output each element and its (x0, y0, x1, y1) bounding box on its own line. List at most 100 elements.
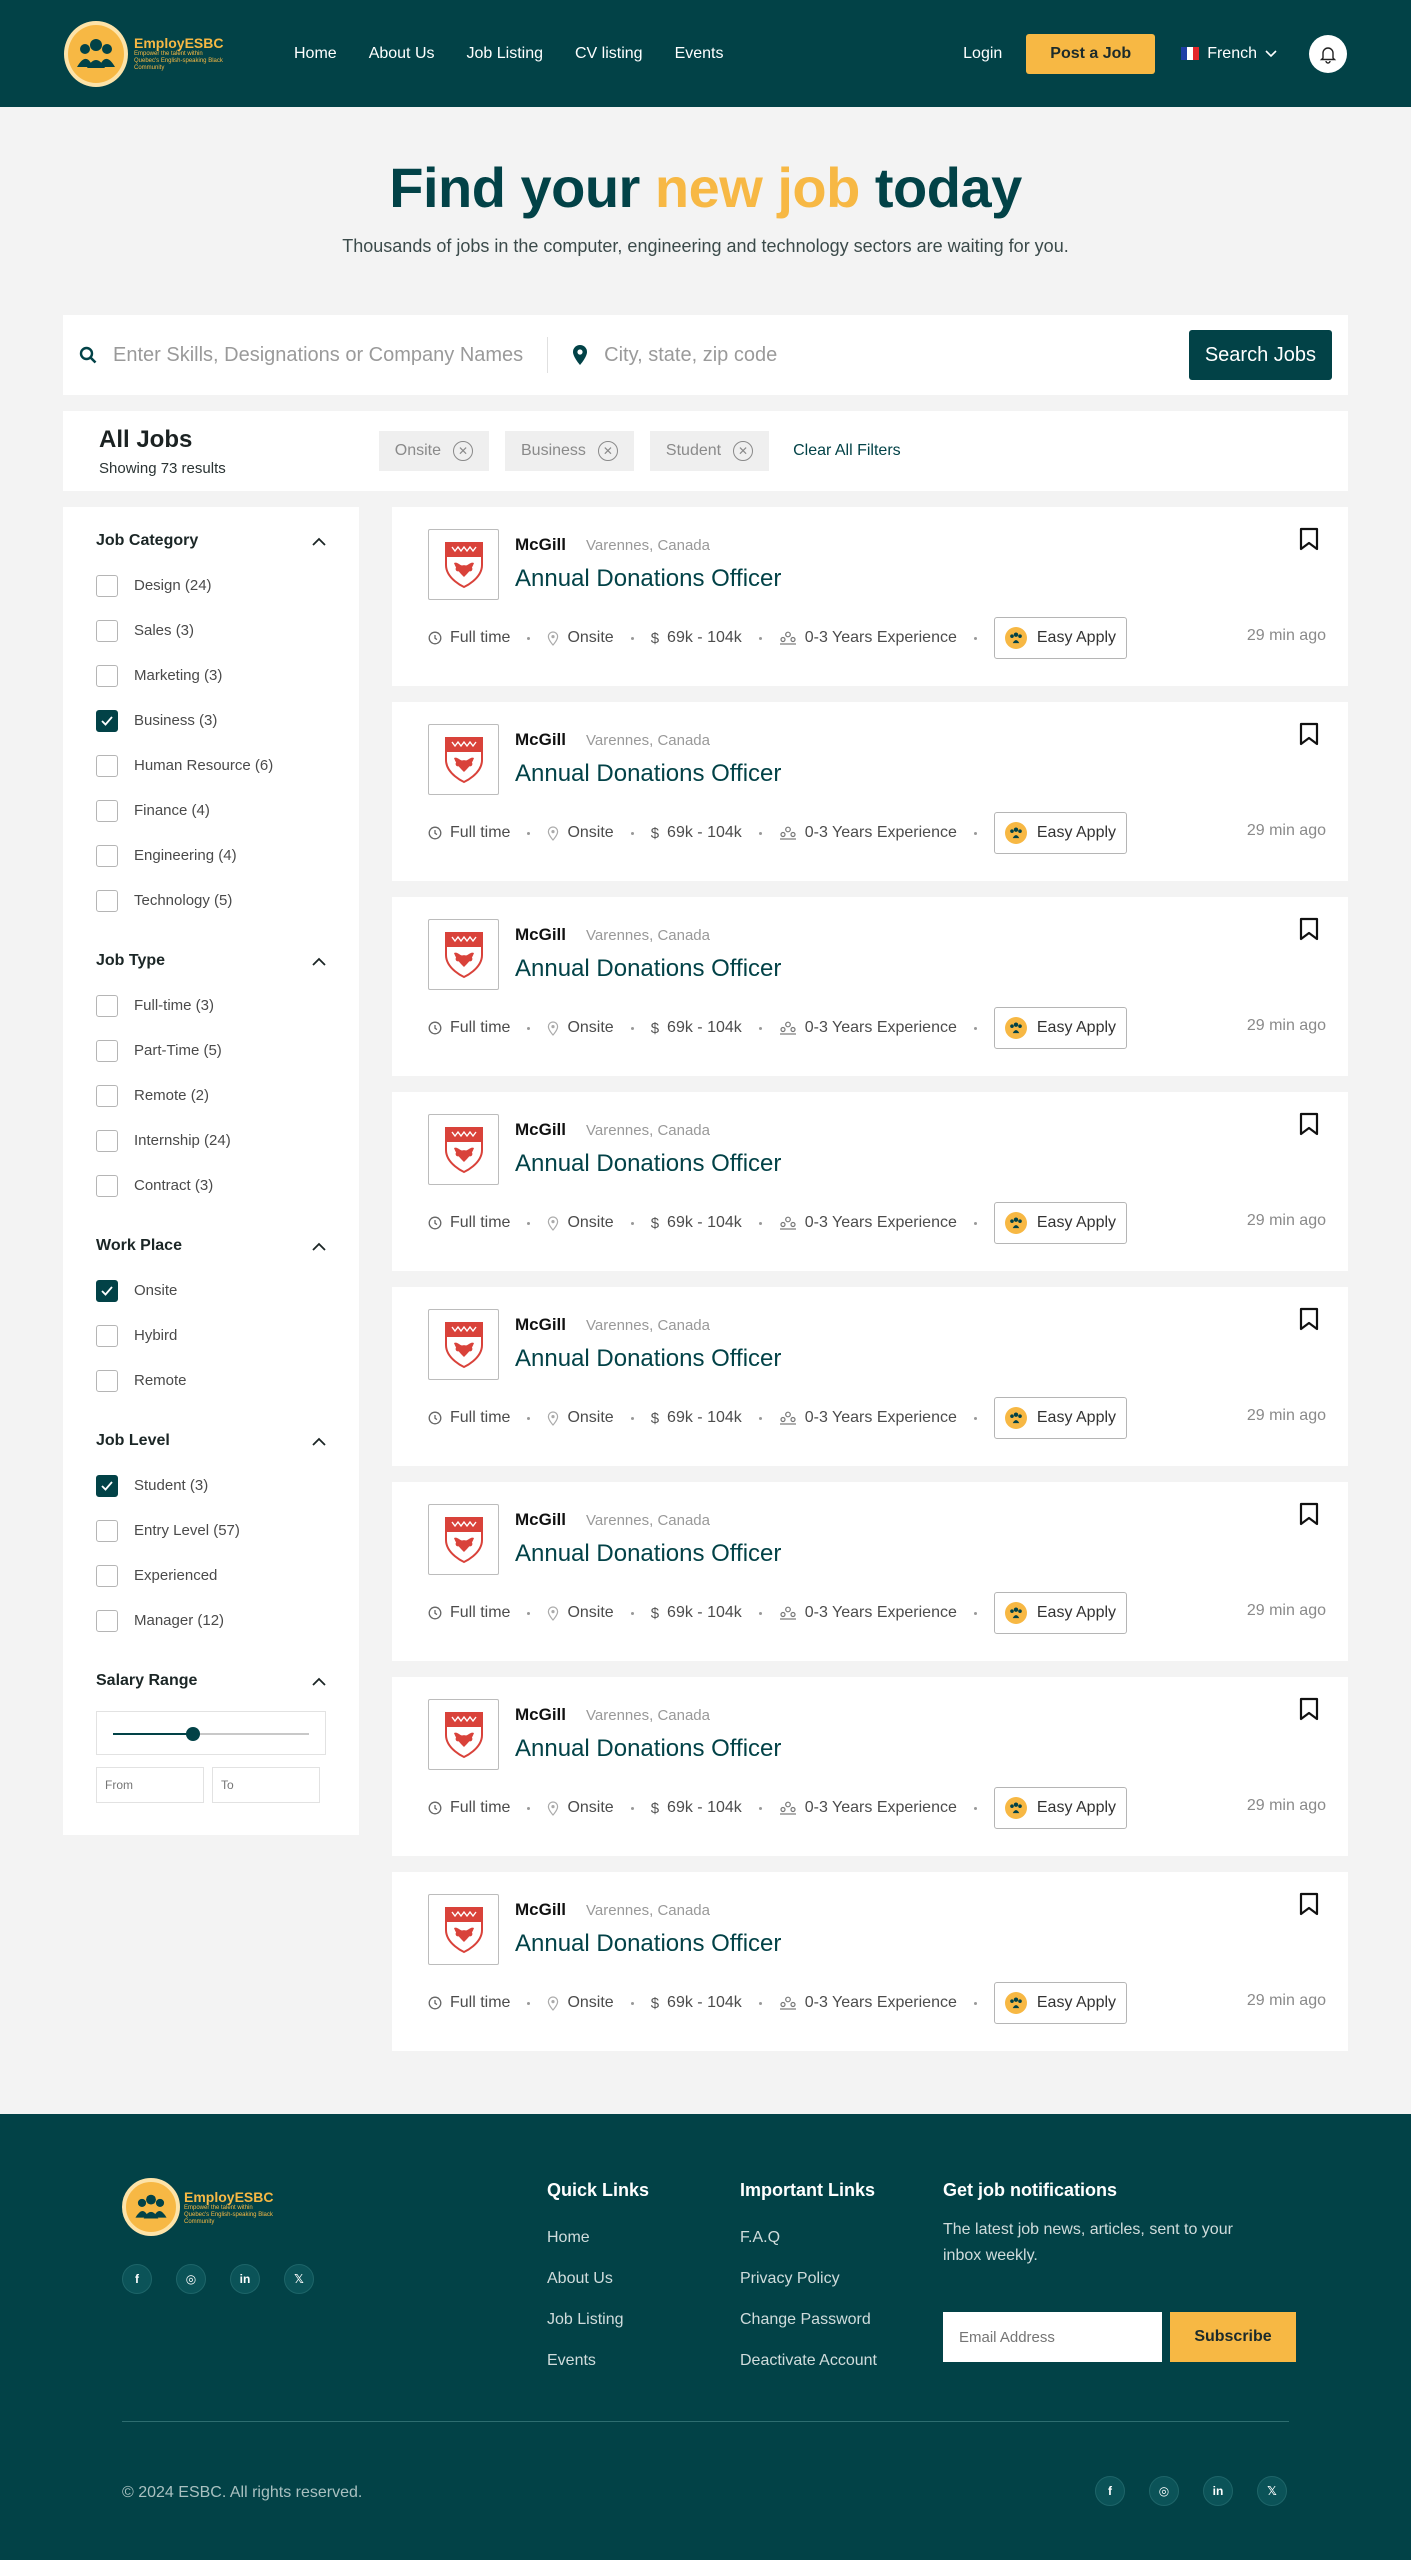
filter-option[interactable]: Sales (3) (96, 608, 326, 653)
language-selector[interactable]: French (1181, 45, 1277, 63)
filter-checkbox[interactable] (96, 1474, 118, 1497)
company-name[interactable]: McGill (515, 535, 566, 555)
filter-checkbox[interactable] (96, 1279, 118, 1302)
filter-checkbox[interactable] (96, 1564, 118, 1587)
company-name[interactable]: McGill (515, 1900, 566, 1920)
footer-link[interactable]: Events (547, 2340, 649, 2381)
email-field[interactable] (943, 2312, 1162, 2362)
bookmark-icon[interactable] (1298, 1502, 1320, 1526)
filter-option[interactable]: Design (24) (96, 563, 326, 608)
bookmark-icon[interactable] (1298, 527, 1320, 551)
filter-checkbox[interactable] (96, 709, 118, 732)
easy-apply-button[interactable]: Easy Apply (993, 617, 1128, 659)
slider-handle[interactable] (186, 1727, 201, 1741)
job-title[interactable]: Annual Donations Officer (515, 1345, 781, 1373)
filter-option[interactable]: Contract (3) (96, 1163, 326, 1208)
filter-option[interactable]: Part-Time (5) (96, 1028, 326, 1073)
filter-option[interactable]: Technology (5) (96, 878, 326, 923)
job-card[interactable]: McGill Varennes, Canada Annual Donations O… (392, 897, 1348, 1076)
filter-checkbox[interactable] (96, 889, 118, 912)
subscribe-button[interactable]: Subscribe (1170, 2312, 1296, 2362)
notification-bell-icon[interactable] (1309, 34, 1347, 73)
filter-checkbox[interactable] (96, 664, 118, 687)
filter-option[interactable]: Marketing (3) (96, 653, 326, 698)
bookmark-icon[interactable] (1298, 917, 1320, 941)
easy-apply-button[interactable]: Easy Apply (993, 1592, 1128, 1634)
bookmark-icon[interactable] (1298, 1112, 1320, 1136)
filter-checkbox[interactable] (96, 1324, 118, 1347)
remove-chip-icon[interactable]: ✕ (597, 441, 618, 461)
job-title[interactable]: Annual Donations Officer (515, 1735, 781, 1763)
footer-link[interactable]: Change Password (740, 2299, 877, 2340)
job-card[interactable]: McGill Varennes, Canada Annual Donations O… (392, 1092, 1348, 1271)
filter-checkbox[interactable] (96, 574, 118, 597)
filter-option[interactable]: Hybird (96, 1313, 326, 1358)
nav-link[interactable]: CV listing (575, 45, 643, 63)
location-search-input[interactable]: City, state, zip code (604, 344, 777, 367)
filter-heading[interactable]: Job Type (96, 951, 326, 971)
job-card[interactable]: McGill Varennes, Canada Annual Donations O… (392, 507, 1348, 686)
company-name[interactable]: McGill (515, 925, 566, 945)
company-name[interactable]: McGill (515, 1510, 566, 1530)
filter-option[interactable]: Remote (96, 1358, 326, 1403)
nav-link[interactable]: Events (675, 45, 724, 63)
job-card[interactable]: McGill Varennes, Canada Annual Donations O… (392, 1482, 1348, 1661)
footer-link[interactable]: Deactivate Account (740, 2340, 877, 2381)
job-title[interactable]: Annual Donations Officer (515, 1150, 781, 1178)
job-title[interactable]: Annual Donations Officer (515, 565, 781, 593)
footer-link[interactable]: Job Listing (547, 2299, 649, 2340)
filter-option[interactable]: Experienced (96, 1553, 326, 1598)
job-card[interactable]: McGill Varennes, Canada Annual Donations O… (392, 1677, 1348, 1856)
job-card[interactable]: McGill Varennes, Canada Annual Donations O… (392, 1872, 1348, 2051)
nav-link[interactable]: Job Listing (467, 45, 544, 63)
login-link[interactable]: Login (963, 45, 1002, 63)
filter-checkbox[interactable] (96, 1174, 118, 1197)
filter-option[interactable]: Full-time (3) (96, 983, 326, 1028)
remove-chip-icon[interactable]: ✕ (733, 441, 754, 461)
job-title[interactable]: Annual Donations Officer (515, 760, 781, 788)
footer-link[interactable]: Home (547, 2217, 649, 2258)
job-card[interactable]: McGill Varennes, Canada Annual Donations O… (392, 702, 1348, 881)
search-jobs-button[interactable]: Search Jobs (1188, 330, 1332, 380)
filter-checkbox[interactable] (96, 754, 118, 777)
company-name[interactable]: McGill (515, 1120, 566, 1140)
company-name[interactable]: McGill (515, 1315, 566, 1335)
filter-checkbox[interactable] (96, 619, 118, 642)
x-icon[interactable]: 𝕏 (1257, 2476, 1287, 2506)
easy-apply-button[interactable]: Easy Apply (993, 1202, 1128, 1244)
filter-option[interactable]: Remote (2) (96, 1073, 326, 1118)
footer-link[interactable]: About Us (547, 2258, 649, 2299)
location-search-field[interactable]: City, state, zip code (572, 344, 777, 367)
bookmark-icon[interactable] (1298, 1892, 1320, 1916)
brand-logo[interactable]: EmployESBC Empower the talent within Que… (64, 20, 224, 87)
keyword-search-field[interactable]: Enter Skills, Designations or Company Na… (79, 344, 523, 367)
filter-option[interactable]: Human Resource (6) (96, 743, 326, 788)
facebook-icon[interactable]: f (122, 2264, 152, 2294)
clear-filters-link[interactable]: Clear All Filters (793, 442, 901, 460)
filter-checkbox[interactable] (96, 799, 118, 822)
linkedin-icon[interactable]: in (1203, 2476, 1233, 2506)
salary-to-input[interactable] (212, 1767, 320, 1803)
filter-heading[interactable]: Work Place (96, 1236, 326, 1256)
footer-link[interactable]: Privacy Policy (740, 2258, 877, 2299)
filter-checkbox[interactable] (96, 1609, 118, 1632)
instagram-icon[interactable]: ◎ (1149, 2476, 1179, 2506)
filter-option[interactable]: Engineering (4) (96, 833, 326, 878)
salary-from-input[interactable] (96, 1767, 204, 1803)
filter-checkbox[interactable] (96, 844, 118, 867)
job-card[interactable]: McGill Varennes, Canada Annual Donations O… (392, 1287, 1348, 1466)
bookmark-icon[interactable] (1298, 1307, 1320, 1331)
filter-heading[interactable]: Job Category (96, 531, 326, 551)
filter-option[interactable]: Student (3) (96, 1463, 326, 1508)
filter-checkbox[interactable] (96, 1084, 118, 1107)
linkedin-icon[interactable]: in (230, 2264, 260, 2294)
footer-logo[interactable]: EmployESBC Empower the talent within Que… (122, 2178, 274, 2236)
filter-checkbox[interactable] (96, 1039, 118, 1062)
filter-checkbox[interactable] (96, 1129, 118, 1152)
remove-chip-icon[interactable]: ✕ (453, 441, 473, 461)
job-title[interactable]: Annual Donations Officer (515, 1930, 781, 1958)
filter-checkbox[interactable] (96, 994, 118, 1017)
keyword-search-input[interactable]: Enter Skills, Designations or Company Na… (113, 344, 523, 367)
job-title[interactable]: Annual Donations Officer (515, 1540, 781, 1568)
filter-option[interactable]: Internship (24) (96, 1118, 326, 1163)
